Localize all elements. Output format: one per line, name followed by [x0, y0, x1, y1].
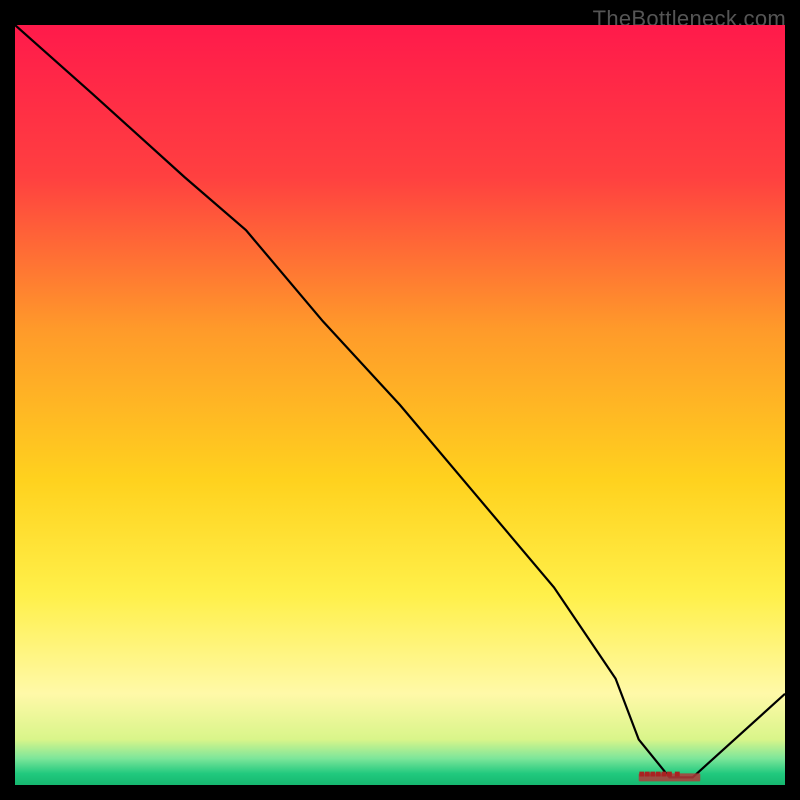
optimal-region-label: ■■■■■■ ■ — [639, 769, 680, 780]
chart-curve-layer — [15, 25, 785, 785]
bottleneck-curve — [15, 25, 785, 777]
chart-area: ■■■■■■ ■ — [15, 25, 785, 785]
